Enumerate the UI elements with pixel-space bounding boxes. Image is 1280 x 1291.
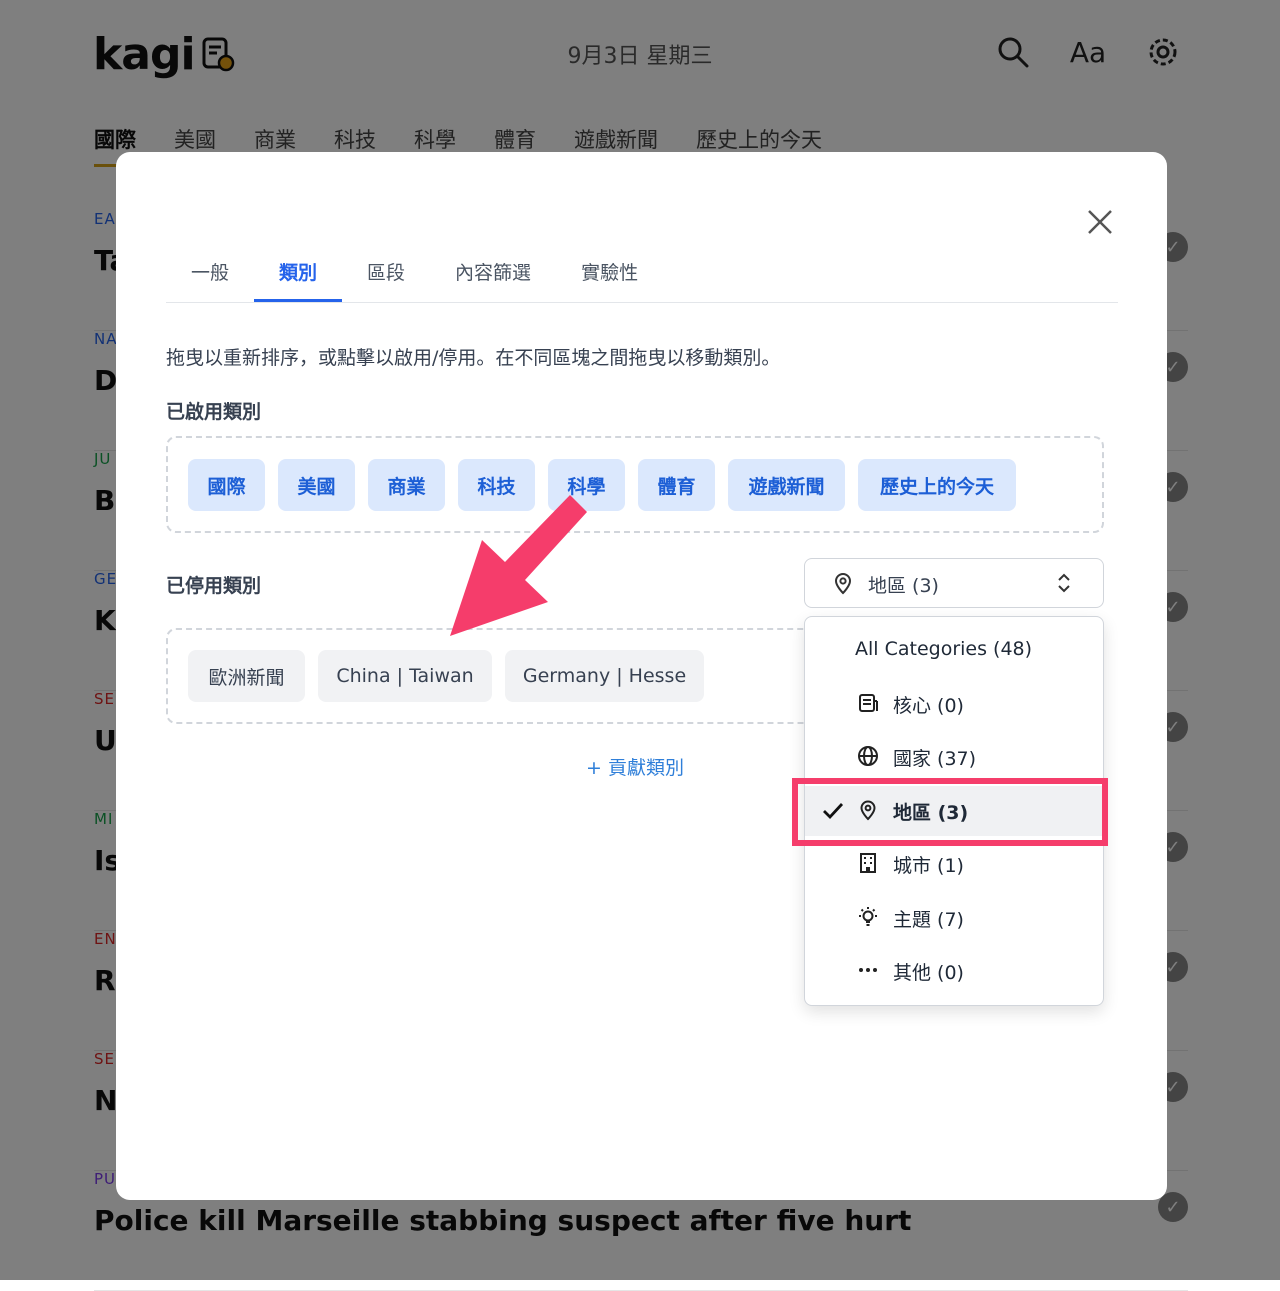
option-label: 城市 (1) <box>893 855 964 877</box>
option-label: All Categories (48) <box>855 638 1033 660</box>
globe-icon <box>858 746 878 766</box>
tab-general[interactable]: 一般 <box>166 252 254 301</box>
option-label: 其他 (0) <box>893 962 964 984</box>
option-core[interactable]: 核心 (0) <box>805 679 1102 729</box>
enabled-chip-history[interactable]: 歷史上的今天 <box>858 459 1016 511</box>
contribute-category-link[interactable]: + 貢獻類別 <box>586 753 684 780</box>
disabled-chip-china-taiwan[interactable]: China | Taiwan <box>318 650 492 702</box>
option-topic[interactable]: 主題 (7) <box>805 893 1102 943</box>
option-country[interactable]: 國家 (37) <box>805 732 1102 782</box>
more-dots-icon <box>859 968 877 972</box>
enabled-chip-us[interactable]: 美國 <box>278 459 355 511</box>
enabled-chip-sports[interactable]: 體育 <box>638 459 715 511</box>
disabled-chip-europe-news[interactable]: 歐洲新聞 <box>188 650 305 702</box>
option-city[interactable]: 城市 (1) <box>805 839 1102 889</box>
disabled-chip-germany-hesse[interactable]: Germany | Hesse <box>505 650 704 702</box>
settings-tabs: 一般 類別 區段 內容篩選 實驗性 <box>166 252 1118 303</box>
chevron-up-down-icon <box>1058 573 1070 593</box>
select-value: 地區 (3) <box>868 575 939 597</box>
enabled-chip-gaming[interactable]: 遊戲新聞 <box>728 459 845 511</box>
disabled-categories-title: 已停用類別 <box>166 575 262 597</box>
option-label: 核心 (0) <box>893 695 964 717</box>
lightbulb-icon <box>859 907 877 926</box>
settings-modal: 一般 類別 區段 內容篩選 實驗性 拖曳以重新排序，或點擊以啟用/停用。在不同區… <box>116 152 1167 1200</box>
enabled-categories-title: 已啟用類別 <box>166 401 262 423</box>
close-icon <box>1088 210 1112 234</box>
building-icon <box>860 853 876 873</box>
map-pin-icon <box>834 573 852 595</box>
enabled-chip-world[interactable]: 國際 <box>188 459 265 511</box>
option-other[interactable]: 其他 (0) <box>805 946 1102 996</box>
tab-sections[interactable]: 區段 <box>342 252 430 301</box>
tab-content-filter[interactable]: 內容篩選 <box>430 252 556 301</box>
option-label: 國家 (37) <box>893 748 977 770</box>
annotation-highlight-box <box>792 778 1108 846</box>
option-label: 主題 (7) <box>893 909 964 931</box>
tab-categories[interactable]: 類別 <box>254 252 343 302</box>
newspaper-icon <box>859 694 878 712</box>
annotation-arrow <box>450 495 587 636</box>
close-button[interactable] <box>1082 204 1118 240</box>
instructions-text: 拖曳以重新排序，或點擊以啟用/停用。在不同區塊之間拖曳以移動類別。 <box>166 347 781 369</box>
category-type-select[interactable]: 地區 (3) <box>804 558 1104 608</box>
enabled-categories-dropzone[interactable]: 國際 美國 商業 科技 科學 體育 遊戲新聞 歷史上的今天 <box>166 436 1104 533</box>
option-all-categories[interactable]: All Categories (48) <box>805 626 1102 676</box>
tab-experimental[interactable]: 實驗性 <box>556 252 663 301</box>
